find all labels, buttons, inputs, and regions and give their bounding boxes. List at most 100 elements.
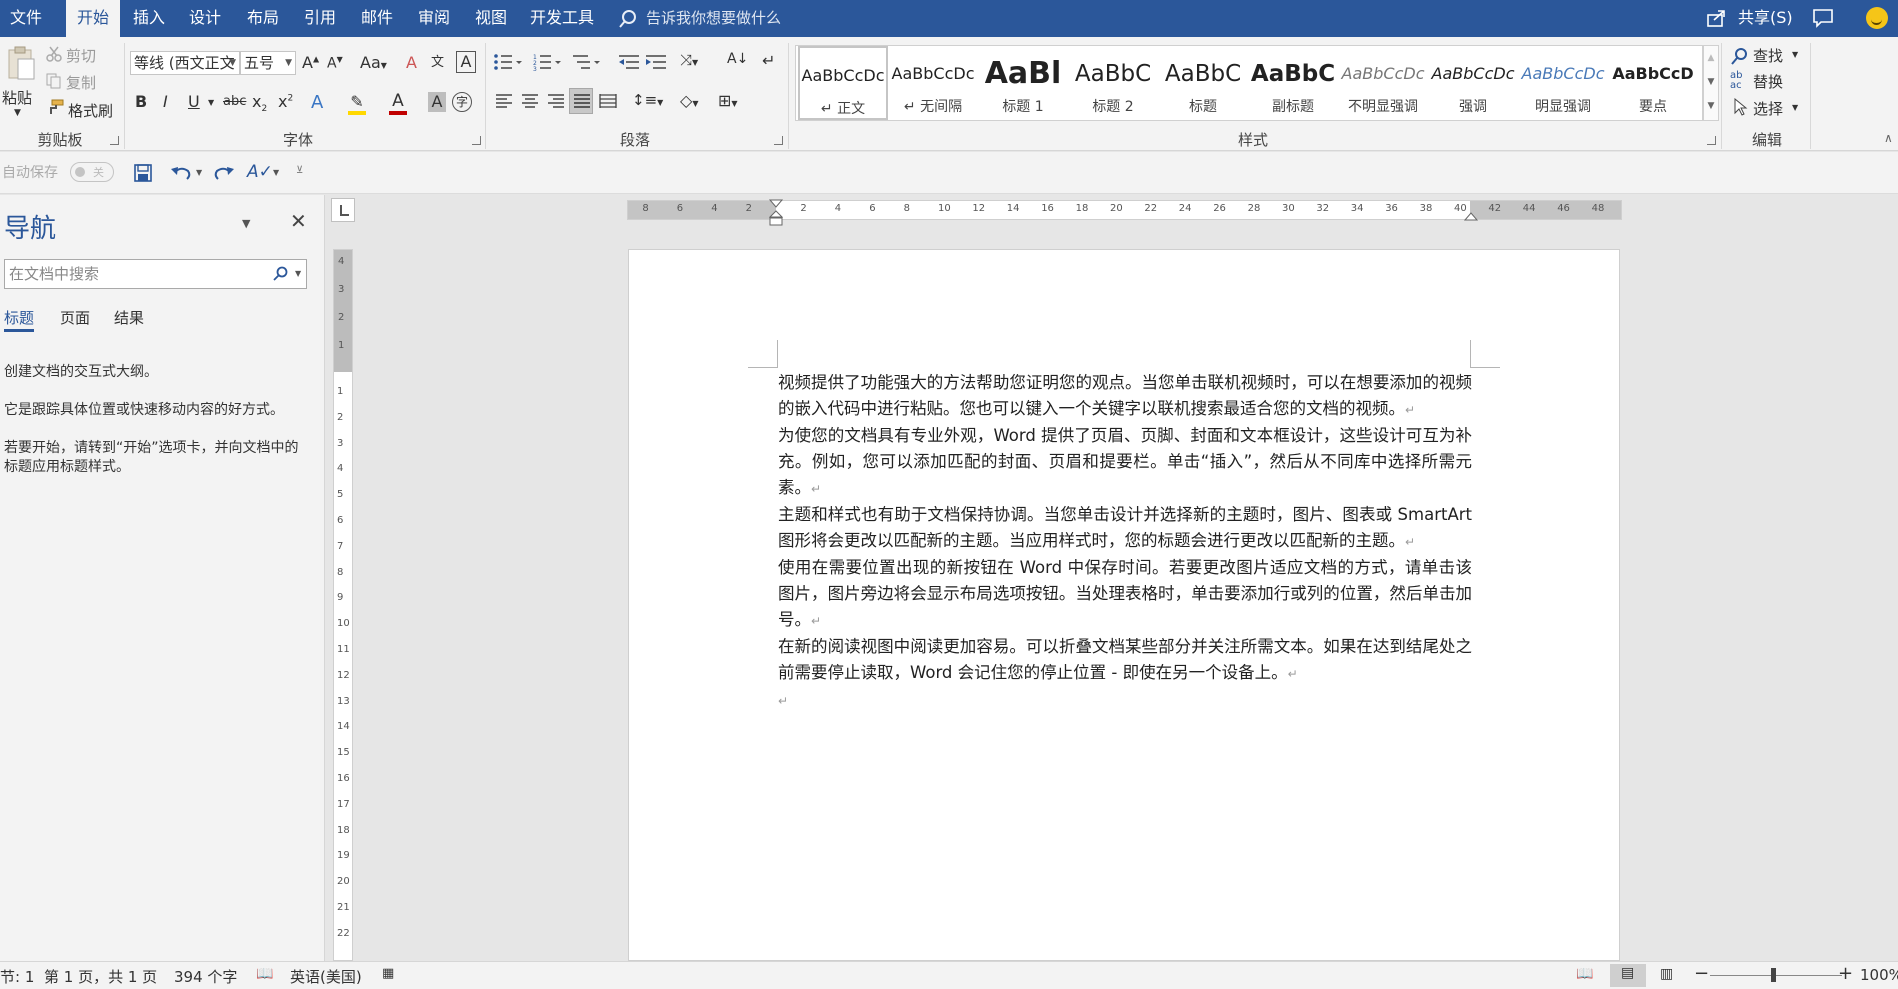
- borders-icon[interactable]: ⊞▼: [718, 91, 738, 110]
- numbering-icon[interactable]: 123: [533, 53, 563, 71]
- tab-stop-selector[interactable]: [331, 198, 355, 222]
- share-button[interactable]: 共享(S): [1706, 0, 1793, 37]
- clipboard-dialog-launcher[interactable]: [110, 136, 119, 145]
- web-layout-icon[interactable]: ▥: [1660, 966, 1673, 982]
- paragraph-dialog-launcher[interactable]: [774, 136, 783, 145]
- find-button[interactable]: 查找: [1753, 45, 1783, 66]
- tab-view[interactable]: 视图: [468, 0, 514, 37]
- indent-marker-icon[interactable]: [769, 199, 783, 227]
- style-emphasis[interactable]: AaBbCcDc 强调: [1428, 46, 1518, 120]
- copy-icon[interactable]: [46, 73, 62, 89]
- gallery-down-arrow[interactable]: ▼: [1704, 70, 1718, 94]
- comment-icon[interactable]: [1812, 8, 1834, 28]
- save-icon[interactable]: [134, 164, 152, 182]
- font-size-combo[interactable]: 五号 ▼: [240, 51, 296, 75]
- style-heading-2[interactable]: AaBbC 标题 2: [1068, 46, 1158, 120]
- zoom-slider[interactable]: [1710, 968, 1842, 982]
- align-right-icon[interactable]: [547, 93, 565, 109]
- text-effects-icon[interactable]: A: [311, 92, 323, 113]
- tab-layout[interactable]: 布局: [240, 0, 286, 37]
- replace-button[interactable]: 替换: [1753, 71, 1783, 92]
- phonetic-guide-icon[interactable]: 文: [431, 51, 444, 70]
- align-center-icon[interactable]: [521, 93, 539, 109]
- find-icon[interactable]: [1731, 47, 1749, 65]
- horizontal-ruler[interactable]: 8 6 4 2 2 4 6 8 10 12 14 16 18 20 22 24 26 28 30 32 34 36 38 40…: [627, 199, 1622, 226]
- format-painter-button[interactable]: 格式刷: [68, 100, 113, 121]
- tab-insert[interactable]: 插入: [126, 0, 172, 37]
- tab-mailings[interactable]: 邮件: [354, 0, 400, 37]
- styles-dialog-launcher[interactable]: [1707, 136, 1716, 145]
- right-indent-marker-icon[interactable]: [1464, 209, 1478, 221]
- zoom-in-button[interactable]: +: [1838, 963, 1853, 984]
- undo-icon[interactable]: [170, 164, 192, 182]
- font-dialog-launcher[interactable]: [472, 136, 481, 145]
- tab-references[interactable]: 引用: [297, 0, 343, 37]
- grow-font-icon[interactable]: A▲: [302, 53, 319, 72]
- spelling-check-icon[interactable]: A✓: [247, 162, 273, 182]
- print-layout-button[interactable]: ▤: [1610, 964, 1646, 987]
- character-border-icon[interactable]: A: [456, 51, 476, 73]
- chinese-layout-icon[interactable]: ⤨▼: [680, 51, 698, 69]
- gallery-up-arrow[interactable]: ▲: [1704, 46, 1718, 70]
- style-title[interactable]: AaBbC 标题: [1158, 46, 1248, 120]
- decrease-indent-icon[interactable]: [618, 53, 640, 71]
- redo-icon[interactable]: [213, 164, 235, 182]
- nav-tab-headings[interactable]: 标题: [4, 307, 34, 328]
- bold-icon[interactable]: B: [135, 92, 147, 111]
- sort-icon[interactable]: A↓: [727, 51, 748, 67]
- select-dropdown-arrow[interactable]: ▼: [1792, 103, 1798, 112]
- collapse-ribbon-icon[interactable]: ∧: [1884, 131, 1893, 145]
- document-paragraph[interactable]: 为使您的文档具有专业外观，Word 提供了页眉、页脚、封面和文本框设计，这些设计…: [778, 423, 1472, 502]
- highlight-icon[interactable]: ✎: [348, 92, 366, 115]
- line-spacing-icon[interactable]: ↕≡▼: [632, 91, 663, 109]
- justify-button[interactable]: [569, 88, 593, 114]
- zoom-slider-thumb[interactable]: [1771, 968, 1776, 982]
- proofing-icon[interactable]: 📖: [256, 966, 273, 982]
- tell-me-search[interactable]: 告诉我你想要做什么: [618, 0, 781, 37]
- paste-button[interactable]: 粘贴: [2, 87, 32, 108]
- search-options-arrow[interactable]: ▼: [295, 260, 301, 288]
- document-paragraph[interactable]: 在新的阅读视图中阅读更加容易。可以折叠文档某些部分并关注所需文本。如果在达到结尾…: [778, 634, 1472, 687]
- bullets-icon[interactable]: [494, 53, 524, 71]
- styles-gallery-scroll[interactable]: ▲ ▼ ▼: [1703, 45, 1719, 121]
- clear-formatting-icon[interactable]: A: [406, 53, 417, 72]
- font-color-icon[interactable]: A: [389, 91, 407, 115]
- style-subtle-emphasis[interactable]: AaBbCcDc 不明显强调: [1338, 46, 1428, 120]
- nav-tab-pages[interactable]: 页面: [60, 307, 90, 328]
- nav-tab-results[interactable]: 结果: [114, 307, 144, 328]
- italic-icon[interactable]: I: [163, 92, 168, 111]
- zoom-level[interactable]: 100%: [1860, 966, 1898, 984]
- format-painter-icon[interactable]: [46, 99, 64, 115]
- word-count[interactable]: 394 个字: [174, 966, 237, 987]
- shrink-font-icon[interactable]: A▼: [327, 55, 343, 72]
- style-intense-emphasis[interactable]: AaBbCcDc 明显强调: [1518, 46, 1608, 120]
- style-subtitle[interactable]: AaBbC 副标题: [1248, 46, 1338, 120]
- increase-indent-icon[interactable]: [645, 53, 667, 71]
- cut-button[interactable]: 剪切: [66, 45, 96, 66]
- style-heading-1[interactable]: AaBl 标题 1: [978, 46, 1068, 120]
- section-indicator[interactable]: 节: 1: [0, 966, 34, 987]
- vertical-ruler[interactable]: 4 3 2 1 1 2 3 4 5 6 7 8 9 10 11 12 13 14 15 16 17 18 19 20 21 22: [333, 249, 353, 961]
- document-paragraph[interactable]: 使用在需要位置出现的新按钮在 Word 中保存时间。若要更改图片适应文档的方式，…: [778, 555, 1472, 634]
- close-icon[interactable]: ✕: [290, 209, 307, 233]
- underline-dropdown-arrow[interactable]: ▼: [208, 98, 214, 107]
- nav-search-input[interactable]: 在文档中搜索 ▼: [4, 259, 307, 289]
- subscript-icon[interactable]: x2: [252, 92, 267, 114]
- font-name-combo[interactable]: 等线 (西文正文 ▼: [130, 51, 240, 75]
- undo-dropdown-arrow[interactable]: ▼: [196, 168, 202, 177]
- search-icon[interactable]: [273, 266, 289, 282]
- feedback-smiley-icon[interactable]: [1866, 7, 1888, 29]
- tab-design[interactable]: 设计: [182, 0, 228, 37]
- nav-options-arrow[interactable]: ▼: [242, 217, 250, 230]
- strikethrough-icon[interactable]: abc: [223, 94, 246, 109]
- replace-icon[interactable]: ab ac: [1730, 71, 1742, 91]
- multilevel-list-icon[interactable]: [572, 53, 602, 71]
- align-left-icon[interactable]: [495, 93, 513, 109]
- document-body[interactable]: 视频提供了功能强大的方法帮助您证明您的观点。当您单击联机视频时，可以在想要添加的…: [778, 370, 1472, 714]
- copy-button[interactable]: 复制: [66, 72, 96, 93]
- zoom-out-button[interactable]: −: [1694, 963, 1709, 984]
- style-no-spacing[interactable]: AaBbCcDc ↵ 无间隔: [888, 46, 978, 120]
- show-formatting-marks-icon[interactable]: ↵: [762, 51, 775, 70]
- tab-developer[interactable]: 开发工具: [526, 0, 598, 37]
- spelling-dropdown-arrow[interactable]: ▼: [273, 168, 279, 177]
